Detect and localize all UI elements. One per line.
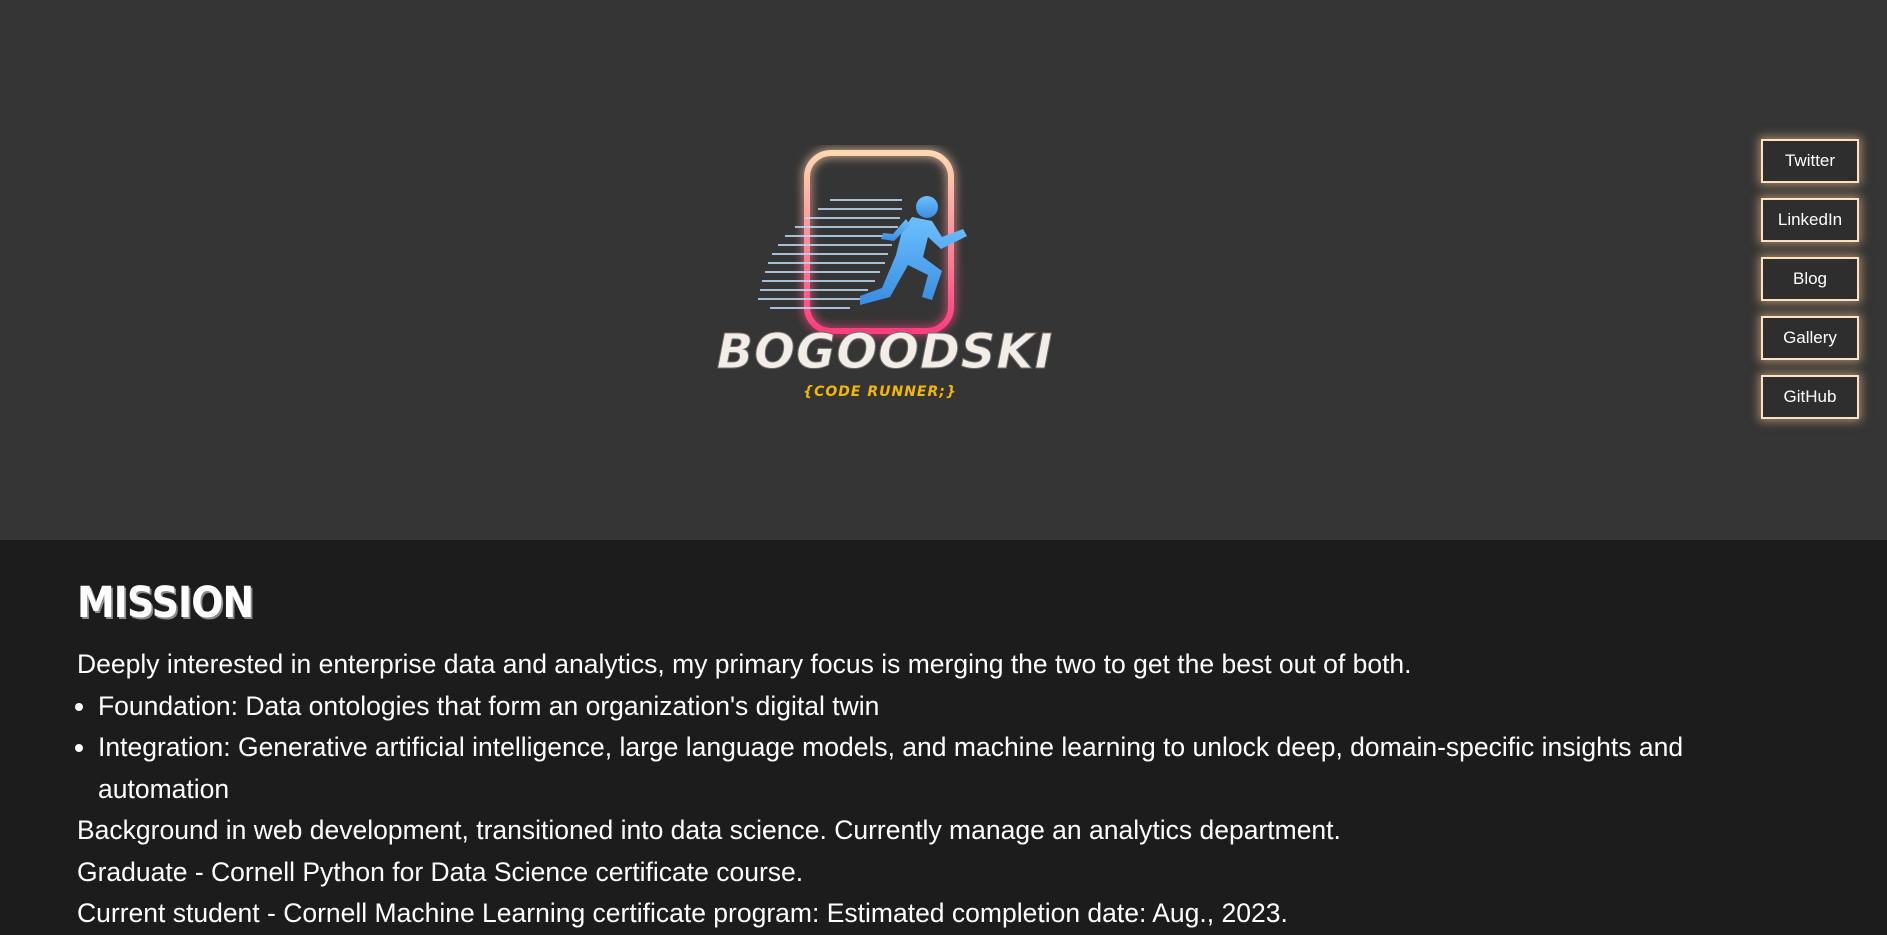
list-item: Integration: Generative artificial intel… [98, 727, 1777, 810]
github-button[interactable]: GitHub [1761, 375, 1859, 419]
mission-intro: Deeply interested in enterprise data and… [77, 649, 1412, 679]
background-text: Background in web development, transitio… [77, 815, 1341, 845]
blog-button[interactable]: Blog [1761, 257, 1859, 301]
logo-tagline: {CODE RUNNER;} [803, 384, 957, 400]
hero-banner: BOGOODSKI {CODE RUNNER;} Twitter LinkedI… [0, 0, 1887, 540]
mission-section: MISSION Deeply interested in enterprise … [0, 540, 1887, 928]
mission-title: MISSION [77, 578, 254, 628]
mission-text: Deeply interested in enterprise data and… [77, 644, 1777, 935]
list-item: Foundation: Data ontologies that form an… [98, 686, 1777, 728]
mission-list: Foundation: Data ontologies that form an… [77, 686, 1777, 811]
logo-title: BOGOODSKI [717, 324, 1054, 380]
site-logo: BOGOODSKI {CODE RUNNER;} [680, 145, 1090, 410]
twitter-button[interactable]: Twitter [1761, 139, 1859, 183]
gallery-button[interactable]: Gallery [1761, 316, 1859, 360]
logo-frame [804, 150, 954, 334]
graduate-text: Graduate - Cornell Python for Data Scien… [77, 856, 804, 887]
current-student-text: Current student - Cornell Machine Learni… [77, 898, 1288, 928]
social-nav: Twitter LinkedIn Blog Gallery GitHub [1761, 139, 1859, 434]
linkedin-button[interactable]: LinkedIn [1761, 198, 1859, 242]
